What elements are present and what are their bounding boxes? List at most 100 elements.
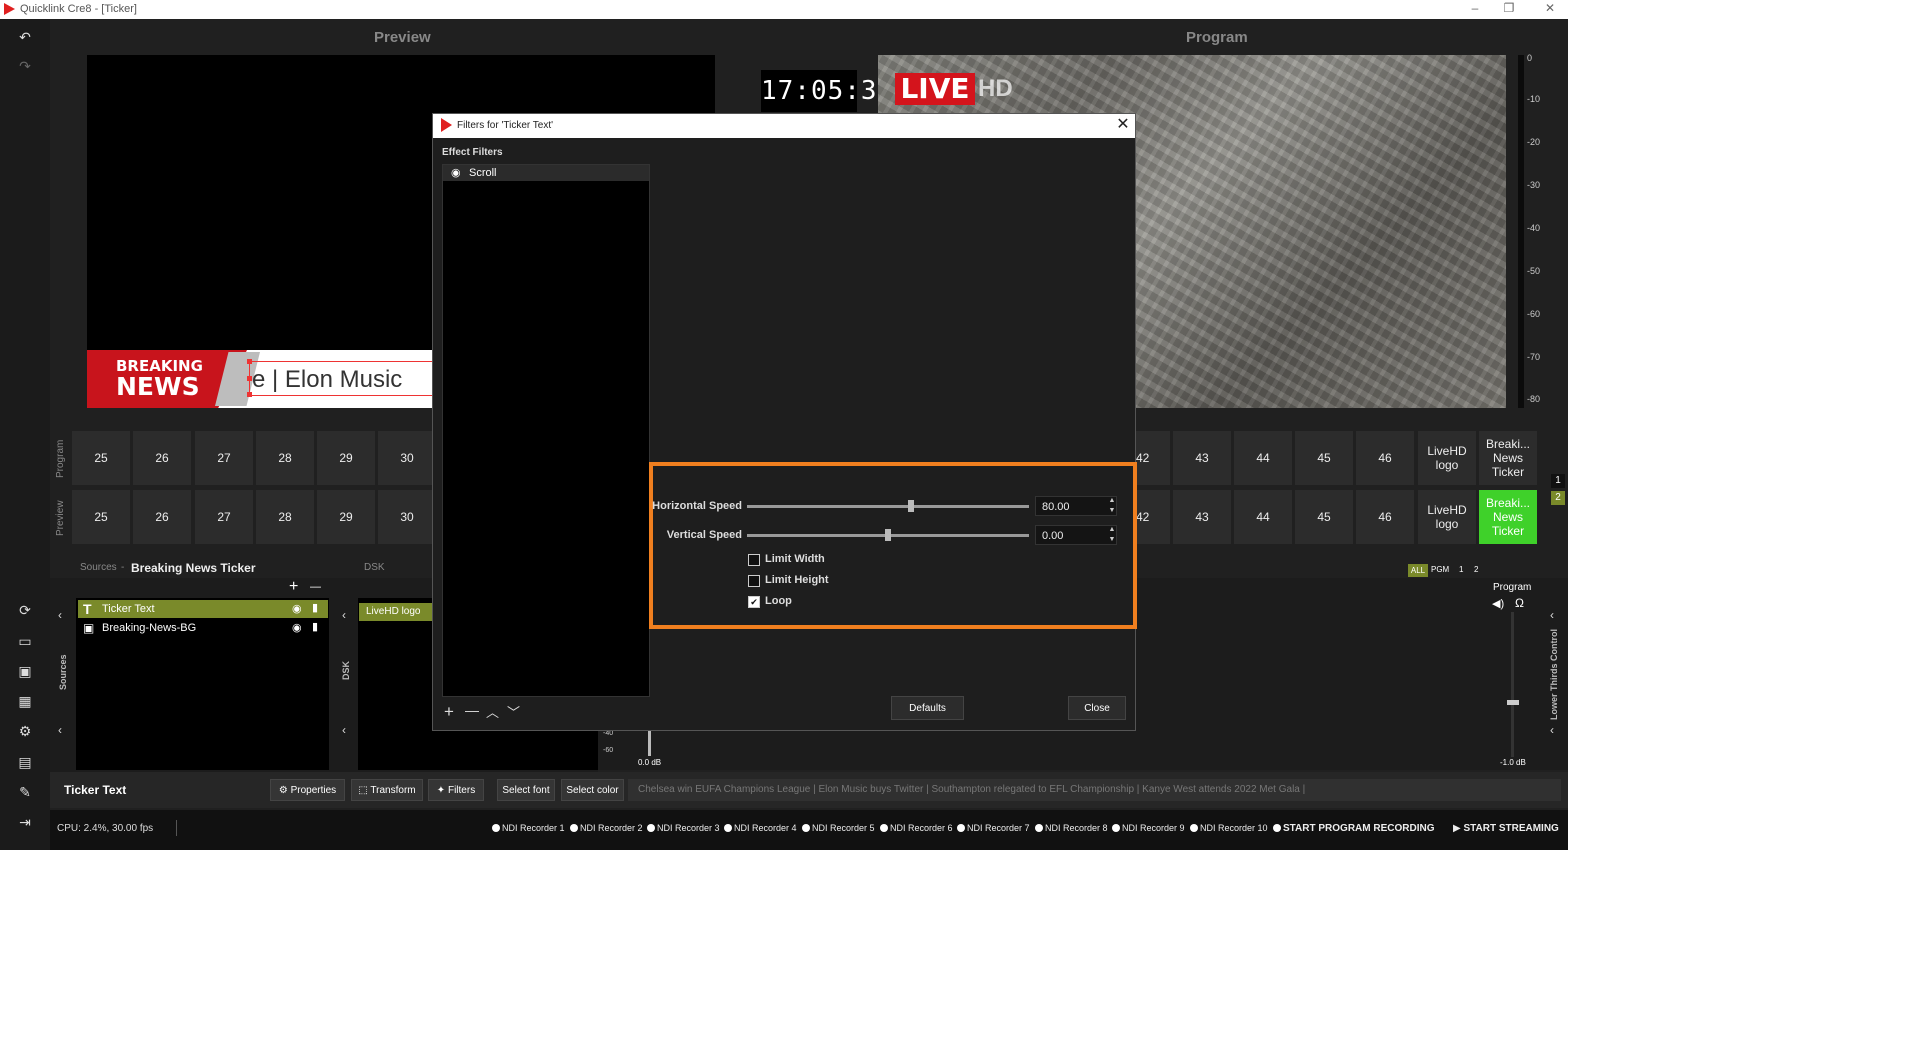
redo-icon[interactable]: ↷ [13, 58, 37, 76]
scene-cell-program[interactable]: 46 [1356, 431, 1414, 485]
add-source-button[interactable]: + [289, 578, 298, 596]
ndi-recorder-toggle[interactable]: NDI Recorder 7 [957, 823, 1030, 833]
horizontal-speed-slider[interactable] [747, 505, 1029, 508]
scene-cell-program[interactable]: 42 [1136, 431, 1170, 485]
ndi-recorder-toggle[interactable]: NDI Recorder 10 [1190, 823, 1268, 833]
close-icon[interactable]: ✕ [1114, 116, 1132, 134]
chevron-left-icon[interactable]: ‹ [58, 723, 62, 737]
lock-icon[interactable]: ▮ [312, 620, 318, 633]
chevron-left-icon[interactable]: ‹ [58, 608, 62, 622]
restore-button[interactable]: ❐ [1494, 1, 1524, 17]
scene-cell-program[interactable]: 43 [1173, 431, 1231, 485]
mixer-tab-pgm[interactable]: PGM [1431, 565, 1449, 574]
ndi-recorder-toggle[interactable]: NDI Recorder 8 [1035, 823, 1108, 833]
refresh-icon[interactable]: ⟳ [13, 602, 37, 620]
headphones-icon[interactable]: Ω [1515, 596, 1524, 610]
display-icon[interactable]: ▣ [13, 663, 37, 681]
scene-cell-preview[interactable]: 29 [317, 490, 375, 544]
selection-box[interactable] [249, 361, 435, 396]
filter-item-scroll[interactable]: ◉ Scroll [443, 165, 649, 181]
scene-cell-preview[interactable]: LiveHD logo [1418, 490, 1476, 544]
loop-checkbox[interactable]: ✔ [748, 596, 760, 608]
folder-icon[interactable]: ▤ [13, 754, 37, 772]
chevron-left-icon[interactable]: ‹ [342, 723, 346, 737]
channel-fader[interactable] [648, 731, 651, 756]
scene-cell-program[interactable]: 25 [72, 431, 130, 485]
ndi-recorder-toggle[interactable]: NDI Recorder 9 [1112, 823, 1185, 833]
transform-button[interactable]: ⬚ Transform [351, 779, 423, 801]
resize-handle[interactable] [247, 359, 252, 364]
scene-cell-preview[interactable]: 30 [378, 490, 436, 544]
horizontal-speed-thumb[interactable] [907, 500, 914, 512]
scene-cell-program[interactable]: 27 [195, 431, 253, 485]
ndi-recorder-toggle[interactable]: NDI Recorder 6 [880, 823, 953, 833]
defaults-button[interactable]: Defaults [891, 696, 964, 720]
scene-cell-program[interactable]: Breaki... News Ticker [1479, 431, 1537, 485]
eye-icon[interactable]: ◉ [292, 621, 302, 634]
scene-cell-program[interactable]: 29 [317, 431, 375, 485]
undo-icon[interactable]: ↶ [13, 29, 37, 47]
close-window-button[interactable]: ✕ [1535, 1, 1565, 17]
chevron-left-icon[interactable]: ‹ [1550, 608, 1554, 622]
scene-cell-program[interactable]: 28 [256, 431, 314, 485]
remove-filter-button[interactable]: — [465, 702, 479, 718]
scene-cell-preview[interactable]: 28 [256, 490, 314, 544]
resize-handle[interactable] [247, 392, 252, 397]
speaker-icon[interactable]: ◀) [1492, 597, 1504, 610]
scene-cell-preview[interactable]: 25 [72, 490, 130, 544]
resize-handle[interactable] [247, 376, 252, 381]
source-item[interactable]: T Ticker Text ◉ ▮ [78, 600, 328, 618]
vertical-speed-input[interactable]: 0.00 [1035, 525, 1117, 545]
horizontal-speed-input[interactable]: 80.00 [1035, 496, 1117, 516]
scene-cell-preview[interactable]: 44 [1234, 490, 1292, 544]
page-button-active[interactable]: 2 [1551, 491, 1565, 505]
chevron-left-icon[interactable]: ‹ [342, 608, 346, 622]
dialog-close-button[interactable]: Close [1068, 696, 1126, 720]
limit-width-checkbox[interactable] [748, 554, 760, 566]
lock-icon[interactable]: ▮ [312, 601, 318, 614]
gear-icon[interactable]: ⚙ [13, 723, 37, 741]
scene-cell-preview[interactable]: 42 [1136, 490, 1170, 544]
mixer-tab-all[interactable]: ALL [1408, 564, 1428, 577]
mixer-tab-1[interactable]: 1 [1459, 565, 1463, 574]
scene-cell-program[interactable]: LiveHD logo [1418, 431, 1476, 485]
eye-icon[interactable]: ◉ [292, 602, 302, 615]
start-recording-button[interactable]: START PROGRAM RECORDING [1273, 823, 1434, 834]
ndi-recorder-toggle[interactable]: NDI Recorder 2 [570, 823, 643, 833]
minimize-button[interactable]: – [1460, 1, 1490, 17]
scene-cell-program[interactable]: 44 [1234, 431, 1292, 485]
scene-cell-preview-active[interactable]: Breaki... News Ticker [1479, 490, 1537, 544]
scene-cell-program[interactable]: 30 [378, 431, 436, 485]
source-item[interactable]: ▣ Breaking-News-BG ◉ ▮ [78, 619, 328, 637]
volume-fader[interactable] [1507, 700, 1519, 705]
scene-cell-preview[interactable]: 46 [1356, 490, 1414, 544]
grid-layout-icon[interactable]: ▦ [13, 693, 37, 711]
ndi-recorder-toggle[interactable]: NDI Recorder 1 [492, 823, 565, 833]
ticker-text-input[interactable]: Chelsea win EUFA Champions League | Elon… [628, 779, 1561, 801]
start-streaming-button[interactable]: ▶ START STREAMING [1453, 823, 1559, 834]
chevron-left-icon[interactable]: ‹ [1550, 723, 1554, 737]
monitor-icon[interactable]: ▭ [13, 633, 37, 651]
dsk-item[interactable]: LiveHD logo [359, 603, 433, 621]
ndi-recorder-toggle[interactable]: NDI Recorder 4 [724, 823, 797, 833]
select-color-button[interactable]: Select color [561, 779, 624, 801]
scene-cell-preview[interactable]: 27 [195, 490, 253, 544]
scene-cell-preview[interactable]: 45 [1295, 490, 1353, 544]
remove-source-button[interactable]: — [310, 581, 321, 593]
scene-cell-program[interactable]: 26 [133, 431, 191, 485]
limit-height-checkbox[interactable] [748, 575, 760, 587]
filters-button[interactable]: ✦ Filters [428, 779, 484, 801]
scene-cell-program[interactable]: 45 [1295, 431, 1353, 485]
ndi-recorder-toggle[interactable]: NDI Recorder 5 [802, 823, 875, 833]
scene-cell-preview[interactable]: 26 [133, 490, 191, 544]
properties-button[interactable]: ⚙ Properties [270, 779, 345, 801]
move-up-button[interactable]: ︿ [486, 702, 499, 721]
mixer-tab-2[interactable]: 2 [1474, 565, 1478, 574]
vertical-speed-stepper[interactable]: ▲ ▼ [1106, 525, 1118, 545]
eye-icon[interactable]: ◉ [451, 166, 461, 179]
vertical-speed-thumb[interactable] [885, 529, 891, 541]
horizontal-speed-stepper[interactable]: ▲ ▼ [1106, 496, 1118, 516]
exit-icon[interactable]: ⇥ [13, 814, 37, 832]
select-font-button[interactable]: Select font [497, 779, 555, 801]
scene-cell-preview[interactable]: 43 [1173, 490, 1231, 544]
